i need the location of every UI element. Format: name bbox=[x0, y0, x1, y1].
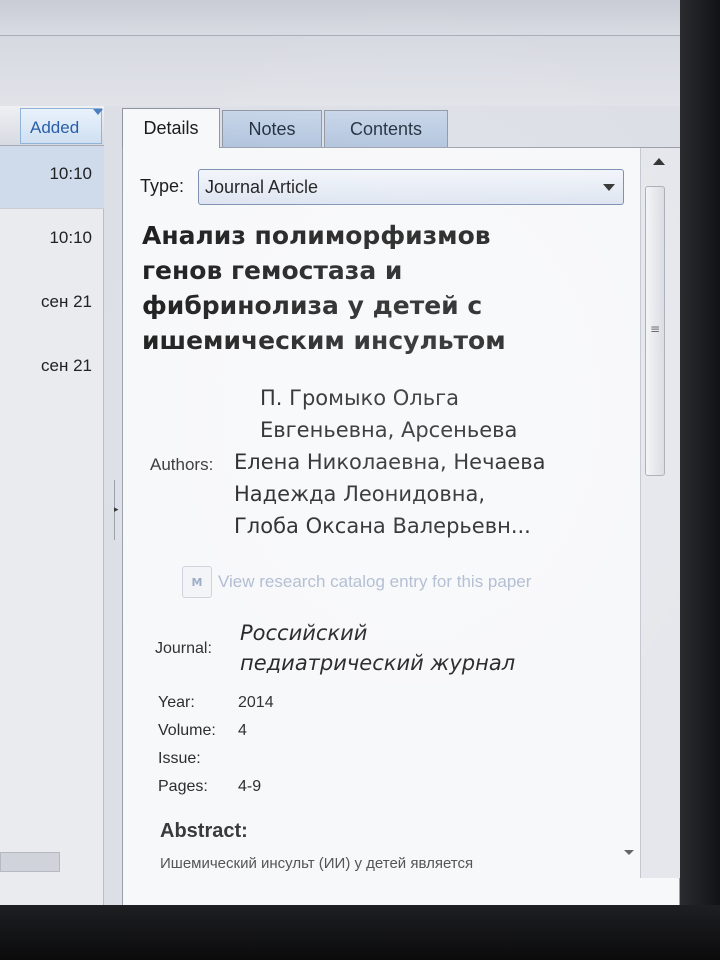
author-line: Глоба Оксана Валерьевн... bbox=[234, 514, 531, 538]
authors-label: Authors: bbox=[150, 455, 214, 474]
date-added: сен 21 bbox=[41, 292, 92, 311]
author-line: П. Громыко Ольга bbox=[260, 386, 459, 410]
toolbar-area bbox=[0, 36, 684, 106]
added-column-label: Added bbox=[30, 118, 80, 137]
column-header-bar: Added bbox=[0, 106, 104, 146]
tab-label: Contents bbox=[349, 119, 423, 139]
list-item[interactable]: сен 21 bbox=[0, 338, 104, 400]
list-item[interactable]: 10:10 bbox=[0, 146, 104, 208]
year-label: Year: bbox=[158, 694, 195, 711]
horizontal-scrollbar[interactable] bbox=[0, 852, 60, 872]
abstract-text[interactable]: Ишемический инсульт (ИИ) у детей являетс… bbox=[160, 855, 473, 872]
abstract-heading: Abstract: bbox=[160, 820, 248, 842]
date-added: 10:10 bbox=[49, 228, 92, 247]
date-added: 10:10 bbox=[49, 164, 92, 183]
volume-label: Volume: bbox=[158, 722, 216, 739]
grip-icon: ≡ bbox=[650, 322, 661, 336]
title-line: ишемическим инсультом bbox=[142, 326, 506, 355]
list-item[interactable]: сен 21 bbox=[0, 274, 104, 336]
title-line: генов гемостаза и bbox=[142, 256, 403, 285]
screen: Added 10:10 10:10 сен 21 сен 21 ▸ Notes … bbox=[0, 0, 684, 908]
catalog-link[interactable]: M View research catalog entry for this p… bbox=[182, 564, 531, 600]
author-line: Евгеньевна, Арсеньева bbox=[260, 418, 518, 442]
tab-notes[interactable]: Notes bbox=[222, 110, 322, 148]
tab-label: Notes bbox=[248, 119, 296, 139]
row-divider bbox=[0, 208, 104, 209]
catalog-link-text: View research catalog entry for this pap… bbox=[218, 572, 532, 591]
document-list: Added 10:10 10:10 сен 21 сен 21 bbox=[0, 106, 104, 908]
author-line: Елена Николаевна, Нечаева bbox=[234, 450, 546, 474]
issue-label: Issue: bbox=[158, 750, 201, 767]
year-value[interactable]: 2014 bbox=[238, 694, 274, 712]
sort-descending-icon bbox=[93, 109, 103, 115]
journal-line: педиатрический журнал bbox=[240, 651, 516, 675]
journal-line: Российский bbox=[240, 621, 368, 645]
tab-details[interactable]: Details bbox=[122, 108, 220, 148]
type-label: Type: bbox=[140, 176, 185, 196]
tab-contents[interactable]: Contents bbox=[324, 110, 448, 148]
monitor-bezel-bottom bbox=[0, 905, 720, 960]
scrollbar-thumb[interactable]: ≡ bbox=[645, 186, 665, 476]
expand-arrow-icon[interactable] bbox=[624, 850, 634, 855]
toolbar-strip bbox=[0, 0, 684, 36]
document-title[interactable]: Анализ полиморфизмов генов гемостаза и ф… bbox=[142, 218, 562, 358]
author-line: Надежда Леонидовна, bbox=[234, 482, 486, 506]
vertical-scrollbar[interactable]: ≡ bbox=[640, 148, 680, 878]
date-added: сен 21 bbox=[41, 356, 92, 375]
title-line: Анализ полиморфизмов bbox=[142, 221, 491, 250]
title-line: фибринолиза у детей с bbox=[142, 291, 483, 320]
type-select[interactable]: Journal Article bbox=[198, 169, 624, 205]
volume-value[interactable]: 4 bbox=[238, 722, 247, 740]
pages-label: Pages: bbox=[158, 778, 208, 795]
journal-label: Journal: bbox=[155, 640, 212, 657]
monitor-bezel-right bbox=[680, 0, 720, 960]
chevron-down-icon bbox=[603, 184, 615, 191]
pages-value[interactable]: 4-9 bbox=[238, 778, 261, 796]
type-value: Journal Article bbox=[205, 177, 319, 197]
splitter-arrow-icon: ▸ bbox=[114, 505, 119, 515]
tab-label: Details bbox=[143, 118, 199, 138]
research-catalog-icon: M bbox=[182, 566, 212, 598]
scroll-up-arrow-icon[interactable] bbox=[653, 158, 665, 165]
list-item[interactable]: 10:10 bbox=[0, 210, 104, 272]
